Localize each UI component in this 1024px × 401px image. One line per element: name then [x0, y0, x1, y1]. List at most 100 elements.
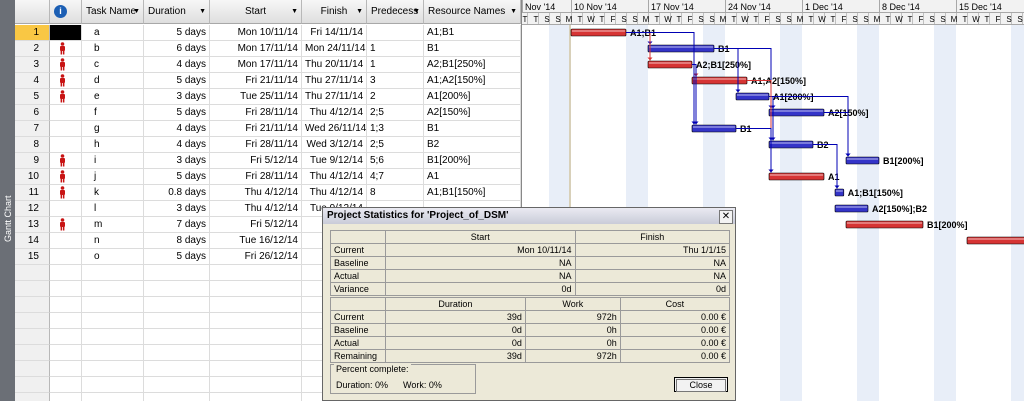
empty-cell[interactable]: [210, 361, 302, 377]
row-number[interactable]: 1: [15, 25, 50, 41]
empty-cell[interactable]: [144, 393, 210, 401]
predecessors-cell[interactable]: 8: [367, 185, 424, 201]
empty-cell[interactable]: [50, 329, 82, 345]
row-number[interactable]: 9: [15, 153, 50, 169]
resource-names-cell[interactable]: B1: [424, 41, 521, 57]
indicator-cell[interactable]: [50, 57, 82, 73]
empty-cell[interactable]: [50, 393, 82, 401]
row-number[interactable]: 10: [15, 169, 50, 185]
row-number[interactable]: 6: [15, 105, 50, 121]
start-cell[interactable]: Thu 4/12/14: [210, 185, 302, 201]
empty-cell[interactable]: [82, 377, 144, 393]
predecessors-cell[interactable]: [367, 25, 424, 41]
empty-cell[interactable]: [82, 393, 144, 401]
start-cell[interactable]: Fri 28/11/14: [210, 105, 302, 121]
empty-cell[interactable]: [210, 377, 302, 393]
predecessors-cell[interactable]: 5;6: [367, 153, 424, 169]
start-cell[interactable]: Fri 21/11/14: [210, 73, 302, 89]
predecessors-cell[interactable]: 2: [367, 89, 424, 105]
column-header-resource-names[interactable]: Resource Names ▼: [424, 0, 521, 24]
finish-cell[interactable]: Wed 26/11/14: [302, 121, 367, 137]
predecessors-cell[interactable]: 4;7: [367, 169, 424, 185]
finish-cell[interactable]: Fri 14/11/14: [302, 25, 367, 41]
empty-cell[interactable]: [144, 377, 210, 393]
start-cell[interactable]: Mon 17/11/14: [210, 41, 302, 57]
start-cell[interactable]: Tue 16/12/14: [210, 233, 302, 249]
duration-cell[interactable]: 0.8 days: [144, 185, 210, 201]
resource-names-cell[interactable]: A1;B1[150%]: [424, 185, 521, 201]
empty-cell[interactable]: [15, 297, 50, 313]
column-header-duration[interactable]: Duration ▼: [144, 0, 210, 24]
empty-cell[interactable]: [50, 281, 82, 297]
empty-cell[interactable]: [144, 281, 210, 297]
task-name-cell[interactable]: d: [82, 73, 144, 89]
start-cell[interactable]: Fri 26/12/14: [210, 249, 302, 265]
finish-cell[interactable]: Thu 4/12/14: [302, 169, 367, 185]
dropdown-arrow-icon[interactable]: ▼: [510, 0, 517, 23]
indicators-header[interactable]: i: [50, 0, 82, 24]
finish-cell[interactable]: Thu 20/11/14: [302, 57, 367, 73]
resource-names-cell[interactable]: A1;B1: [424, 25, 521, 41]
start-cell[interactable]: Fri 21/11/14: [210, 121, 302, 137]
predecessors-cell[interactable]: 1: [367, 57, 424, 73]
task-name-cell[interactable]: l: [82, 201, 144, 217]
empty-cell[interactable]: [210, 345, 302, 361]
predecessors-cell[interactable]: 3: [367, 73, 424, 89]
empty-cell[interactable]: [144, 313, 210, 329]
task-name-cell[interactable]: b: [82, 41, 144, 57]
duration-cell[interactable]: 4 days: [144, 121, 210, 137]
empty-cell[interactable]: [50, 313, 82, 329]
duration-cell[interactable]: 5 days: [144, 249, 210, 265]
start-cell[interactable]: Fri 28/11/14: [210, 169, 302, 185]
task-name-cell[interactable]: a: [82, 25, 144, 41]
task-name-cell[interactable]: j: [82, 169, 144, 185]
dropdown-arrow-icon[interactable]: ▼: [413, 0, 420, 23]
row-number[interactable]: 3: [15, 57, 50, 73]
row-number[interactable]: 12: [15, 201, 50, 217]
start-cell[interactable]: Fri 5/12/14: [210, 217, 302, 233]
predecessors-cell[interactable]: 1;3: [367, 121, 424, 137]
column-header-start[interactable]: Start ▼: [210, 0, 302, 24]
empty-cell[interactable]: [15, 393, 50, 401]
duration-cell[interactable]: 6 days: [144, 41, 210, 57]
resource-names-cell[interactable]: A2;B1[250%]: [424, 57, 521, 73]
resource-names-cell[interactable]: B2: [424, 137, 521, 153]
row-number[interactable]: 15: [15, 249, 50, 265]
empty-cell[interactable]: [15, 329, 50, 345]
empty-cell[interactable]: [15, 281, 50, 297]
duration-cell[interactable]: 4 days: [144, 57, 210, 73]
predecessors-cell[interactable]: 2;5: [367, 105, 424, 121]
resource-names-cell[interactable]: A1;A2[150%]: [424, 73, 521, 89]
finish-cell[interactable]: Thu 27/11/14: [302, 73, 367, 89]
empty-cell[interactable]: [210, 297, 302, 313]
duration-cell[interactable]: 7 days: [144, 217, 210, 233]
duration-cell[interactable]: 3 days: [144, 89, 210, 105]
dropdown-arrow-icon[interactable]: ▼: [291, 0, 298, 23]
empty-cell[interactable]: [15, 377, 50, 393]
finish-cell[interactable]: Wed 3/12/14: [302, 137, 367, 153]
empty-cell[interactable]: [210, 313, 302, 329]
project-statistics-dialog[interactable]: Project Statistics for 'Project_of_DSM' …: [322, 207, 736, 401]
row-number[interactable]: 13: [15, 217, 50, 233]
task-name-cell[interactable]: e: [82, 89, 144, 105]
indicator-cell[interactable]: [50, 41, 82, 57]
finish-cell[interactable]: Thu 4/12/14: [302, 185, 367, 201]
row-number[interactable]: 5: [15, 89, 50, 105]
indicator-cell[interactable]: [50, 105, 82, 121]
empty-cell[interactable]: [210, 329, 302, 345]
resource-names-cell[interactable]: B1[200%]: [424, 153, 521, 169]
empty-cell[interactable]: [144, 265, 210, 281]
column-header-finish[interactable]: Finish ▼: [302, 0, 367, 24]
finish-cell[interactable]: Mon 24/11/14: [302, 41, 367, 57]
task-name-cell[interactable]: o: [82, 249, 144, 265]
close-button[interactable]: Close: [674, 377, 728, 392]
empty-cell[interactable]: [82, 313, 144, 329]
resource-names-cell[interactable]: A1: [424, 169, 521, 185]
select-all-corner[interactable]: [15, 0, 50, 24]
task-name-cell[interactable]: c: [82, 57, 144, 73]
finish-cell[interactable]: Thu 4/12/14: [302, 105, 367, 121]
resource-names-cell[interactable]: A2[150%]: [424, 105, 521, 121]
resource-names-cell[interactable]: A1[200%]: [424, 89, 521, 105]
start-cell[interactable]: Tue 25/11/14: [210, 89, 302, 105]
indicator-cell[interactable]: [50, 169, 82, 185]
